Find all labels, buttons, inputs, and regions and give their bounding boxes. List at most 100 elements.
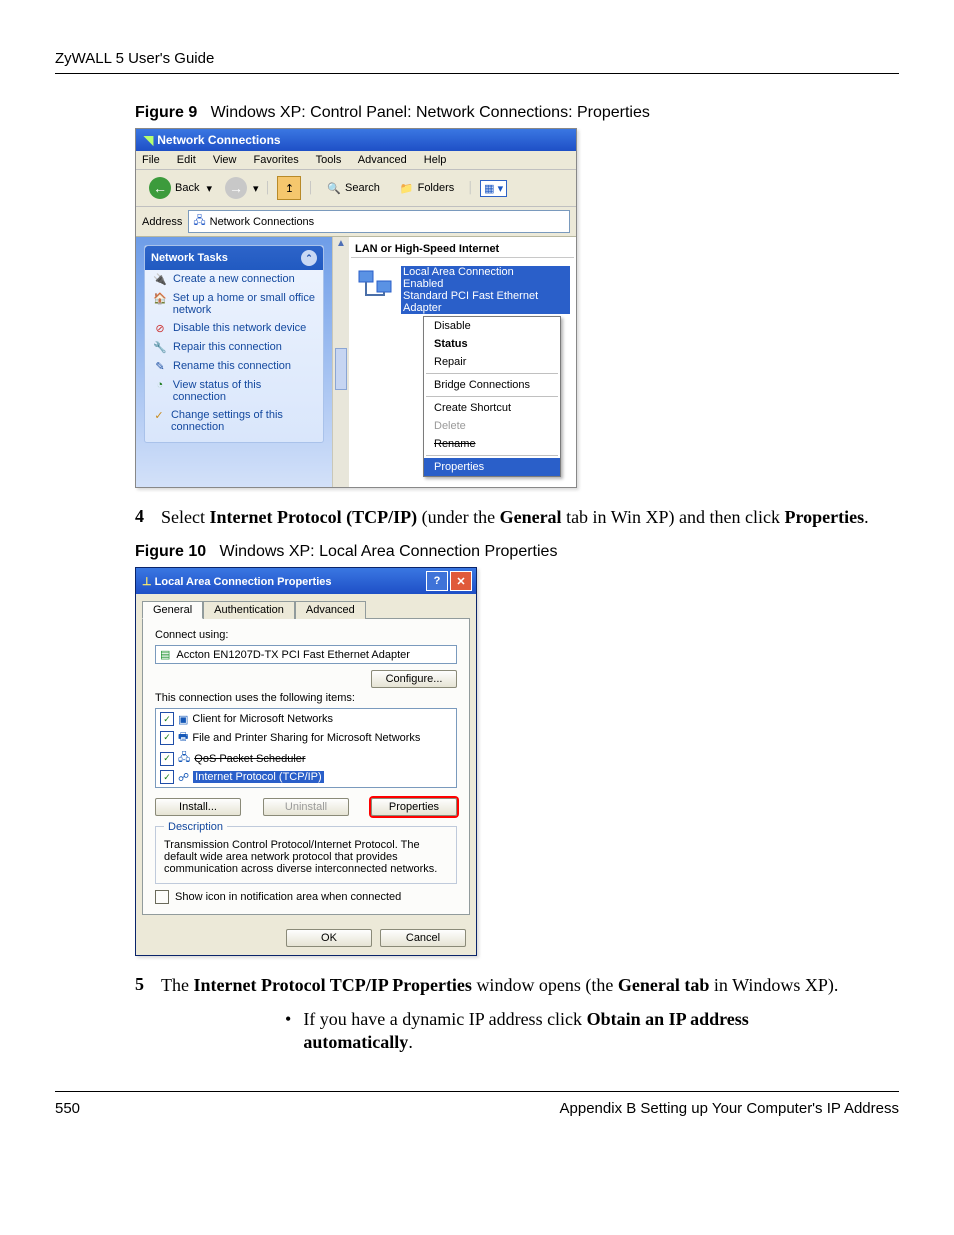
item-fps[interactable]: ✓🖶File and Printer Sharing for Microsoft… bbox=[158, 727, 454, 748]
ok-button[interactable]: OK bbox=[286, 929, 372, 947]
scroll-thumb[interactable] bbox=[335, 348, 347, 390]
task-label: Set up a home or small office network bbox=[173, 292, 315, 316]
address-value: Network Connections bbox=[210, 216, 315, 228]
window-titlebar[interactable]: ◥ Network Connections bbox=[136, 129, 576, 151]
tab-advanced[interactable]: Advanced bbox=[295, 601, 366, 619]
toolbar-sep: │ bbox=[265, 182, 272, 194]
search-label: Search bbox=[345, 182, 380, 194]
figure10-caption-text: Windows XP: Local Area Connection Proper… bbox=[219, 543, 557, 560]
address-icon: 🖧 bbox=[193, 212, 205, 231]
ctx-repair[interactable]: Repair bbox=[424, 353, 560, 371]
step-number: 5 bbox=[135, 974, 153, 997]
items-list[interactable]: ✓▣Client for Microsoft Networks ✓🖶File a… bbox=[155, 708, 457, 788]
properties-button[interactable]: Properties bbox=[371, 798, 457, 816]
ctx-status[interactable]: Status bbox=[424, 335, 560, 353]
checkbox-icon[interactable]: ✓ bbox=[160, 770, 174, 784]
address-field[interactable]: 🖧 Network Connections bbox=[188, 210, 570, 233]
task-view-status[interactable]: ◔View status of this connection bbox=[145, 376, 323, 406]
ctx-disable[interactable]: Disable bbox=[424, 317, 560, 335]
menu-view[interactable]: View bbox=[213, 154, 237, 166]
fwd-drop: ▾ bbox=[253, 182, 259, 195]
task-change-settings[interactable]: ✓Change settings of this connection bbox=[145, 406, 323, 436]
dialog-titlebar[interactable]: ⊥ Local Area Connection Properties ? ✕ bbox=[136, 568, 476, 594]
menu-edit[interactable]: Edit bbox=[177, 154, 196, 166]
step-5: 5 The Internet Protocol TCP/IP Propertie… bbox=[135, 974, 879, 997]
item-tcpip[interactable]: ✓☍Internet Protocol (TCP/IP) bbox=[158, 769, 454, 785]
tab-general[interactable]: General bbox=[142, 601, 203, 619]
up-button[interactable]: ↥ bbox=[277, 176, 301, 200]
figure9-caption: Figure 9 Windows XP: Control Panel: Netw… bbox=[135, 104, 899, 122]
item-icon: 🖧 bbox=[178, 749, 190, 768]
menu-help[interactable]: Help bbox=[424, 154, 447, 166]
t: . bbox=[408, 1032, 413, 1052]
description-legend: Description bbox=[164, 821, 227, 833]
tasks-header[interactable]: Network Tasks ⌃ bbox=[145, 246, 323, 270]
back-button[interactable]: ←Back ▾ bbox=[142, 174, 219, 202]
cancel-button[interactable]: Cancel bbox=[380, 929, 466, 947]
adapter-field[interactable]: ▤ Accton EN1207D-TX PCI Fast Ethernet Ad… bbox=[155, 645, 457, 664]
window-title: Network Connections bbox=[157, 133, 280, 147]
task-repair-connection[interactable]: 🔧Repair this connection bbox=[145, 338, 323, 357]
dialog-title: Local Area Connection Properties bbox=[155, 576, 332, 588]
close-button[interactable]: ✕ bbox=[450, 571, 472, 591]
item-label: QoS Packet Scheduler bbox=[194, 753, 305, 765]
main-pane: LAN or High-Speed Internet Local Area Co… bbox=[349, 237, 576, 487]
checkbox-icon[interactable]: ✓ bbox=[160, 752, 174, 766]
menubar[interactable]: File Edit View Favorites Tools Advanced … bbox=[136, 151, 576, 170]
menu-advanced[interactable]: Advanced bbox=[358, 154, 407, 166]
page-header: ZyWALL 5 User's Guide bbox=[55, 50, 899, 74]
t: window opens (the bbox=[472, 975, 618, 995]
configure-button[interactable]: Configure... bbox=[371, 670, 457, 688]
search-button[interactable]: 🔍 Search bbox=[320, 179, 387, 198]
install-button[interactable]: Install... bbox=[155, 798, 241, 816]
task-rename-connection[interactable]: ✎Rename this connection bbox=[145, 357, 323, 376]
task-icon: 🔌 bbox=[153, 273, 167, 286]
ctx-bridge[interactable]: Bridge Connections bbox=[424, 376, 560, 394]
scroll-up-icon[interactable]: ▲ bbox=[333, 237, 349, 250]
item-icon: 🖶 bbox=[178, 728, 188, 747]
collapse-icon[interactable]: ⌃ bbox=[301, 250, 317, 266]
group-header: LAN or High-Speed Internet bbox=[351, 241, 574, 258]
menu-favorites[interactable]: Favorites bbox=[254, 154, 299, 166]
tab-panel: Connect using: ▤ Accton EN1207D-TX PCI F… bbox=[142, 618, 470, 915]
folders-button[interactable]: 📁Folders bbox=[393, 179, 461, 198]
item-client[interactable]: ✓▣Client for Microsoft Networks bbox=[158, 711, 454, 727]
toolbar: ←Back ▾ →▾ │ ↥ │ 🔍Search 📁Folders │ ▦▾ bbox=[136, 170, 576, 207]
views-button[interactable]: ▦▾ bbox=[480, 180, 507, 197]
page-number: 550 bbox=[55, 1100, 80, 1117]
search-icon: 🔍 bbox=[327, 182, 341, 195]
adapter-name: Accton EN1207D-TX PCI Fast Ethernet Adap… bbox=[176, 649, 410, 661]
bullet-dynamic-ip: • If you have a dynamic IP address click… bbox=[285, 1008, 839, 1055]
step-number: 4 bbox=[135, 506, 153, 529]
window-icon: ◥ bbox=[144, 133, 153, 147]
task-icon: 🔧 bbox=[153, 341, 167, 354]
task-icon: ◔ bbox=[153, 379, 167, 403]
task-disable-device[interactable]: ⊘Disable this network device bbox=[145, 319, 323, 338]
menu-file[interactable]: File bbox=[142, 154, 160, 166]
checkbox-icon[interactable] bbox=[155, 890, 169, 904]
tab-authentication[interactable]: Authentication bbox=[203, 601, 295, 619]
address-bar: Address 🖧 Network Connections bbox=[136, 207, 576, 237]
help-button[interactable]: ? bbox=[426, 571, 448, 591]
task-icon: ✎ bbox=[153, 360, 167, 373]
t: General bbox=[500, 507, 562, 527]
item-label: Client for Microsoft Networks bbox=[192, 713, 333, 725]
checkbox-icon[interactable]: ✓ bbox=[160, 731, 174, 745]
ctx-rename[interactable]: Rename bbox=[424, 435, 560, 453]
checkbox-icon[interactable]: ✓ bbox=[160, 712, 174, 726]
address-label: Address bbox=[142, 216, 182, 228]
connection-item[interactable]: Local Area Connection Enabled Standard P… bbox=[351, 264, 574, 479]
t: If you have a dynamic IP address click bbox=[303, 1009, 586, 1029]
menu-tools[interactable]: Tools bbox=[316, 154, 342, 166]
ctx-shortcut[interactable]: Create Shortcut bbox=[424, 399, 560, 417]
folders-label: Folders bbox=[418, 182, 455, 194]
item-label: Internet Protocol (TCP/IP) bbox=[193, 771, 324, 783]
ctx-properties[interactable]: Properties bbox=[424, 458, 560, 476]
sidebar-scrollbar[interactable]: ▲ bbox=[332, 237, 349, 487]
adapter-icon: ▤ bbox=[160, 648, 170, 661]
forward-button[interactable]: → bbox=[225, 177, 247, 199]
task-home-network[interactable]: 🏠Set up a home or small office network bbox=[145, 289, 323, 319]
task-create-connection[interactable]: 🔌Create a new connection bbox=[145, 270, 323, 289]
item-qos[interactable]: ✓ 🖧 QoS Packet Scheduler bbox=[158, 748, 454, 769]
show-icon-row[interactable]: Show icon in notification area when conn… bbox=[155, 890, 457, 904]
